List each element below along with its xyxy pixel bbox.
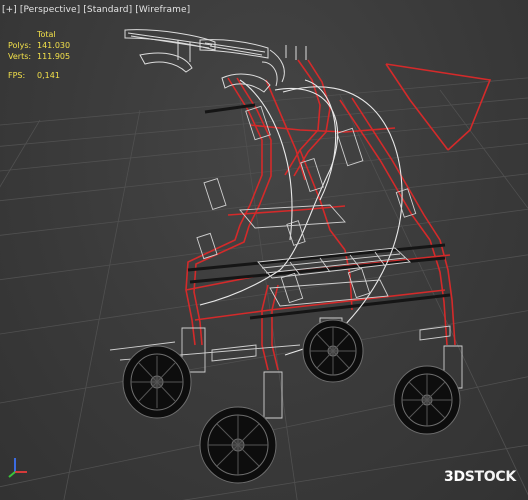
statistics-overlay: Total Polys: 141.030 Verts: 111.905 FPS:…: [8, 29, 70, 81]
brake-cables: [199, 79, 403, 356]
viewport-perspective[interactable]: [+] [Perspective] [Standard] [Wireframe]…: [0, 0, 528, 500]
stats-fps-row: FPS: 0,141: [8, 70, 70, 81]
fps-value: 0,141: [37, 71, 60, 80]
stats-verts-row: Verts: 111.905: [8, 51, 70, 62]
wireframe-scene[interactable]: [0, 0, 528, 500]
stats-polys-row: Polys: 141.030: [8, 40, 70, 51]
watermark-prefix: 3D: [444, 469, 465, 485]
wheel-front-left: [122, 345, 192, 419]
stats-header: Total: [37, 30, 56, 39]
fps-label: FPS:: [8, 71, 26, 80]
viewport-menu-button[interactable]: [+]: [2, 5, 17, 15]
frame-details: [109, 105, 451, 362]
polys-value: 141.030: [37, 41, 71, 50]
verts-label: Verts:: [8, 52, 32, 61]
wheel-rear-left: [302, 319, 364, 383]
viewport-label: [+] [Perspective] [Standard] [Wireframe]: [2, 5, 190, 15]
wheel-rear-right: [393, 365, 461, 435]
axis-gizmo-icon: [8, 458, 27, 478]
polys-label: Polys:: [8, 41, 32, 50]
view-type-button[interactable]: [Perspective]: [20, 5, 80, 15]
watermark-logo: 3DSTOCK: [444, 469, 516, 485]
shading-mode-button[interactable]: [Standard]: [83, 5, 132, 15]
display-mode-button[interactable]: [Wireframe]: [135, 5, 190, 15]
verts-value: 111.905: [37, 52, 71, 61]
wheel-front-right: [199, 406, 277, 484]
handlebar: [124, 29, 307, 93]
watermark-suffix: STOCK: [464, 469, 516, 485]
